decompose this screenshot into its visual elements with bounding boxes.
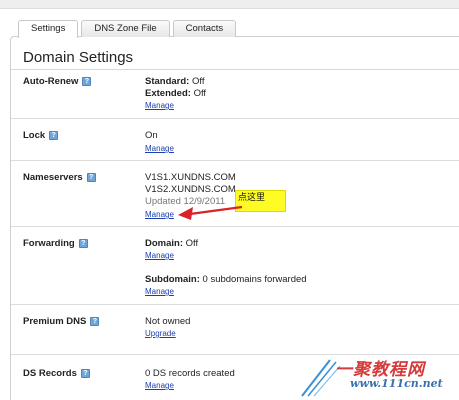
- annotation-arrow-icon: [178, 205, 243, 220]
- watermark-url: www.111cn.net: [350, 377, 443, 390]
